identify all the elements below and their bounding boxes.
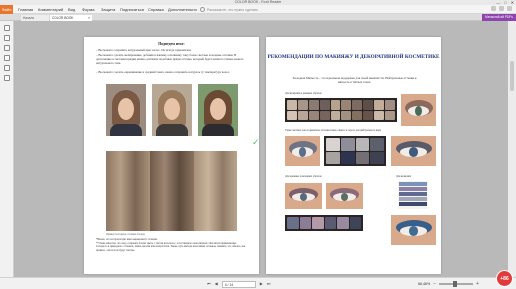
layer-icon[interactable] [4,45,10,51]
eye-makeup-photo [285,136,320,166]
promo-banner[interactable]: Мегаслай ай PDFs [482,14,516,21]
page-number-input[interactable]: 4 / 14 [221,280,256,288]
page-heading: РЕКОМЕНДАЦИИ ПО МАКИЯЖУ И ДЕКОРАТИВНОЙ К… [267,54,440,60]
zoom-slider-knob[interactable] [453,281,458,287]
eyeshadow-palette [324,136,386,166]
next-page-icon[interactable]: ▶ [260,280,263,288]
paragraph: – Вы можете сделать окрашивание в средни… [96,70,231,74]
portrait-photo [198,84,238,136]
document-view[interactable]: Подведем итог: – Вы можете сохранить нат… [15,21,508,277]
search-icon [200,7,205,12]
image-caption: Пример холодных оттенков блонда [106,233,145,236]
thumbnail-icon[interactable] [4,35,10,41]
color-swatches [398,181,428,209]
zoom-in-icon[interactable]: + [476,280,479,288]
menu-help[interactable]: Справка [148,5,164,14]
vertical-scrollbar[interactable] [508,21,516,277]
menu-home[interactable]: Главная [18,5,33,14]
section-label: Для дневных и вечерних образов [285,175,322,178]
navigation-panel [0,21,14,277]
eye-makeup-photo [391,136,436,166]
zoom-out-icon[interactable]: − [433,280,436,288]
file-menu-button[interactable]: Файл [0,5,13,14]
ribbon-right-icons [491,6,512,11]
menu-sign[interactable]: Подписаться [120,5,144,14]
help-icon[interactable] [507,6,512,11]
settings-icon[interactable] [499,6,504,11]
paragraph: – Вы можете сделать мелирование, добавив… [96,53,244,66]
search-placeholder: Расскажите, что нужно сделать [207,7,259,12]
menu-comment[interactable]: Комментарий [38,5,63,14]
page-right: РЕКОМЕНДАЦИИ ПО МАКИЯЖУ И ДЕКОРАТИВНОЙ К… [266,37,441,274]
last-page-icon[interactable]: ⏭ [267,280,271,288]
eyeshadow-palette [285,98,397,122]
portrait-photo [106,84,146,136]
footnote: *Важно, что не происходит явно выраженно… [96,238,158,241]
menu-view[interactable]: Вид [68,5,75,14]
first-page-icon[interactable]: ⏮ [207,280,211,288]
hair-color-samples [106,151,237,231]
menu-form[interactable]: Форма [82,5,94,14]
eye-makeup-photo [391,215,436,245]
zoom-value[interactable]: 66,46% [418,280,430,288]
attachment-icon[interactable] [4,55,10,61]
zoom-control: 66,46% − + [418,280,479,288]
section-label: Для вечерних и дневных образов [285,92,322,95]
page-left: Подведем итог: – Вы можете сохранить нат… [84,37,260,274]
scrollbar-thumb[interactable] [510,61,514,91]
footnote: **Очень известна, что надо сохранять бал… [96,242,246,252]
document-tabs: Начало COLOR BOOK × Мегаслай ай PDFs [0,14,516,21]
ribbon-menu: Файл Главная Комментарий Вид Форма Защит… [0,5,516,14]
eye-makeup-photo [326,183,363,209]
prev-page-icon[interactable]: ◀ [215,280,218,288]
tell-me-search[interactable]: Расскажите, что нужно сделать [200,6,275,13]
menu-protect[interactable]: Защита [101,5,115,14]
section-label: Узкие светлые тона и дымчатые оттенки те… [285,129,381,132]
eyeshadow-palette [285,215,363,231]
checkmark-icon: ✓ [252,137,260,147]
comment-icon[interactable] [4,65,10,71]
bookmark-icon[interactable] [4,25,10,31]
page-heading: Подведем итог: [158,42,185,46]
tab-document-label: COLOR BOOK [52,16,74,20]
portrait-photo [152,84,192,136]
zoom-slider[interactable] [439,281,474,287]
eye-makeup-photo [285,183,322,209]
paragraph: – Вы можете сохранить натуральный цвет в… [96,48,192,52]
section-label: Для вечерних [396,175,412,178]
user-icon[interactable] [491,6,496,11]
signature-icon[interactable] [4,75,10,81]
eye-makeup-photo [401,94,436,126]
status-bar: ⏮ ◀ 4 / 14 ▶ ⏭ 66,46% − + [0,277,516,289]
page-navigation: ⏮ ◀ 4 / 14 ▶ ⏭ [207,280,270,288]
notification-badge[interactable]: +86 [496,270,513,287]
menu-extra[interactable]: Дополнительно [168,5,197,14]
paragraph: Холодная Мягкость – это идеальная поддер… [292,76,417,84]
